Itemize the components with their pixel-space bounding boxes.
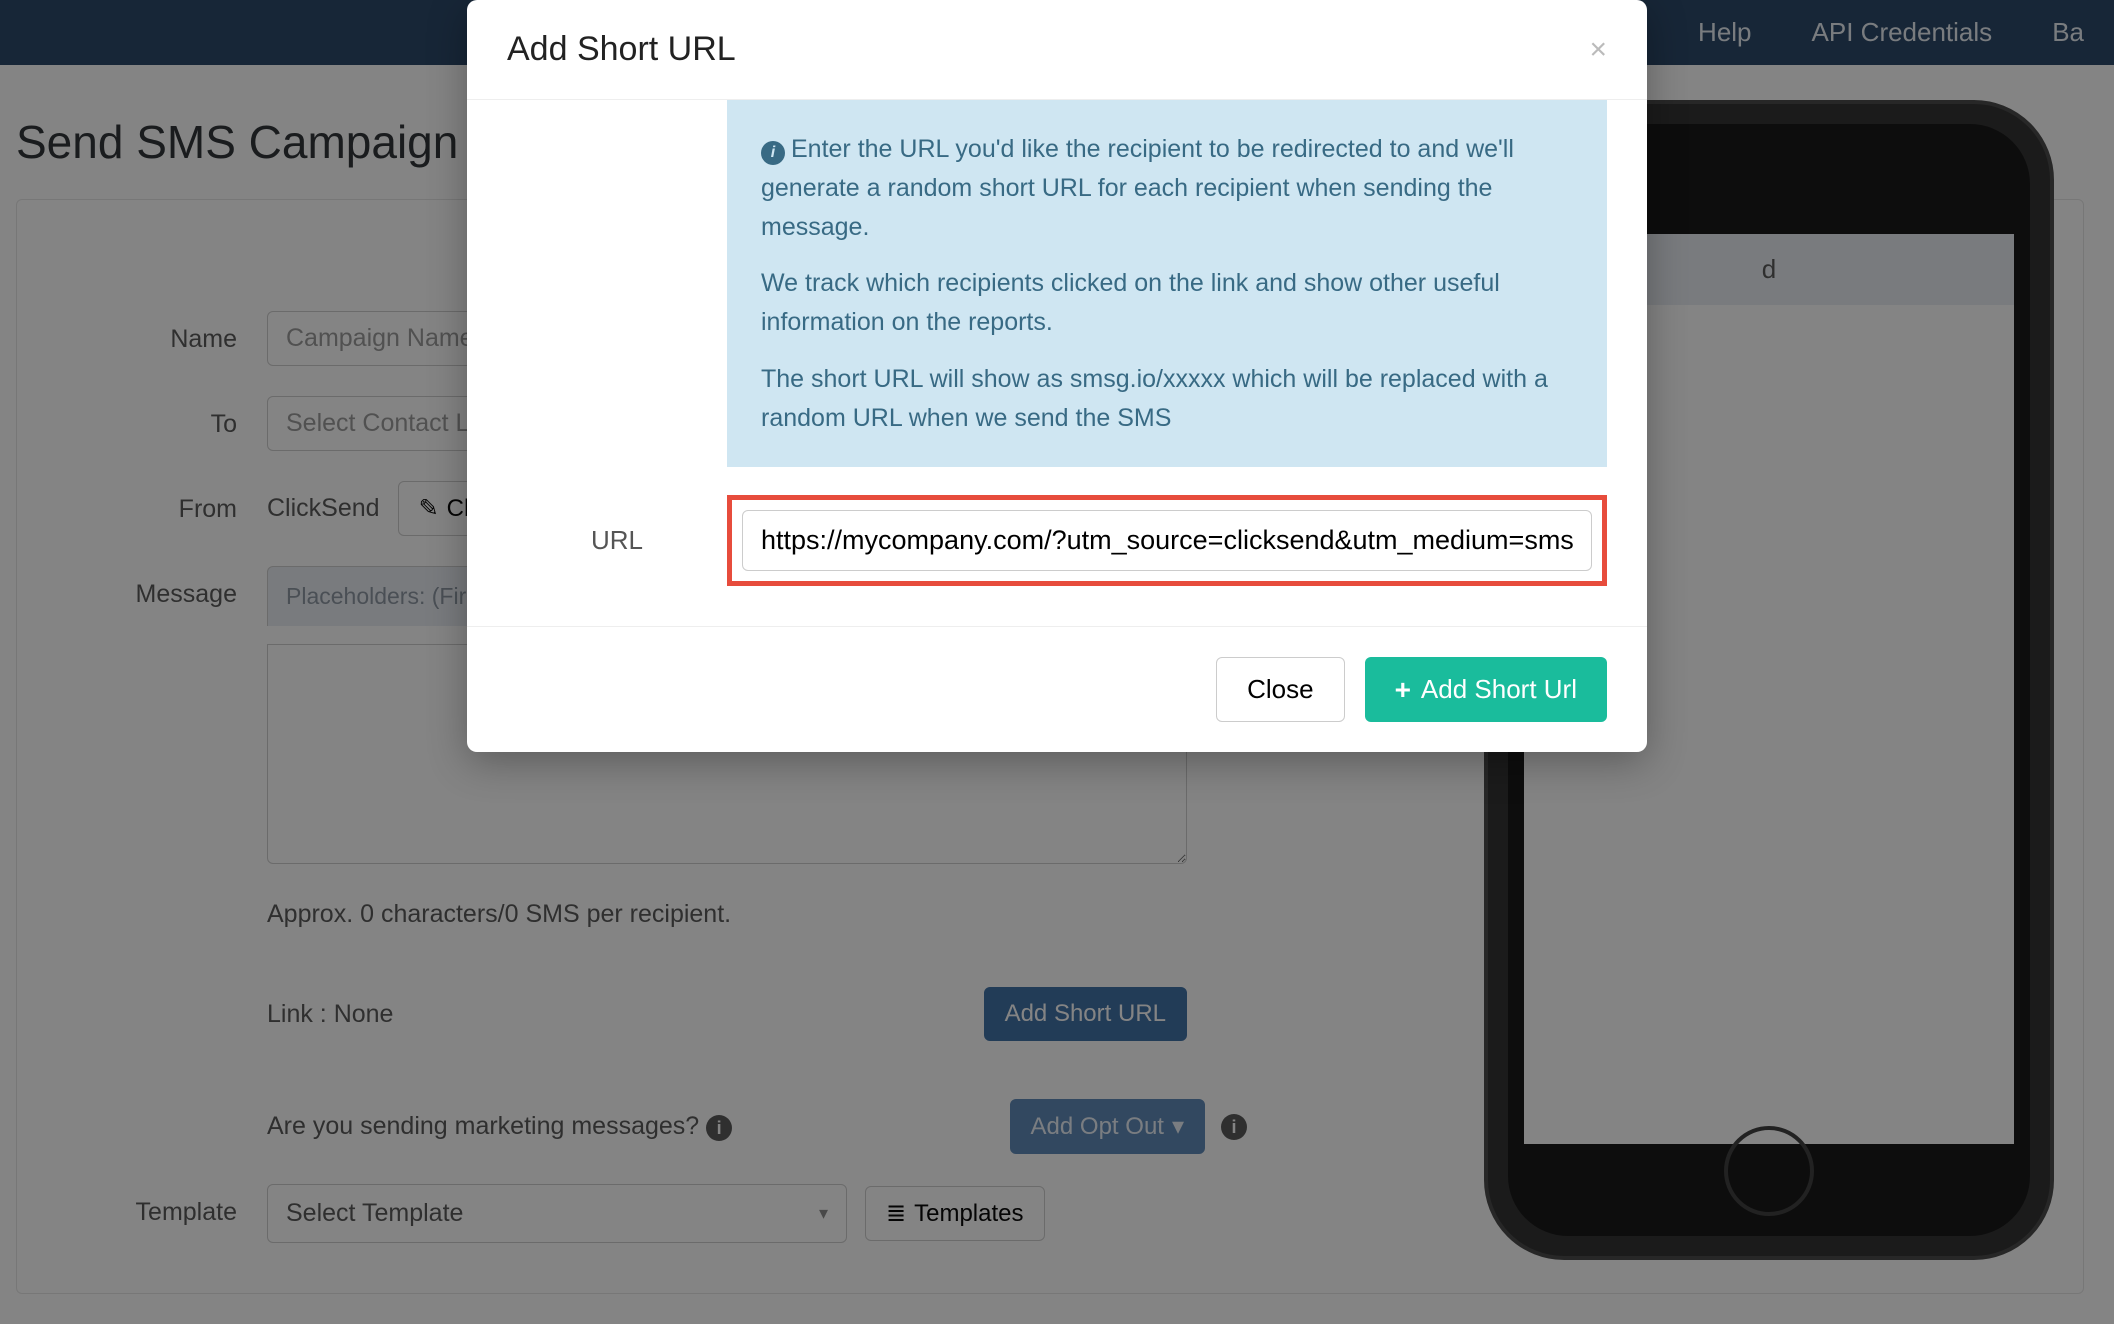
url-input-highlight: [727, 495, 1607, 586]
info-circle-icon: i: [761, 141, 785, 165]
plus-icon: +: [1395, 674, 1411, 706]
close-icon[interactable]: ×: [1589, 33, 1607, 67]
info-p2: We track which recipients clicked on the…: [761, 264, 1573, 342]
url-input[interactable]: [742, 510, 1592, 571]
modal-submit-button[interactable]: + Add Short Url: [1365, 657, 1607, 722]
info-p3: The short URL will show as smsg.io/xxxxx…: [761, 360, 1573, 438]
modal-title: Add Short URL: [507, 30, 736, 69]
info-p1: Enter the URL you'd like the recipient t…: [761, 135, 1514, 241]
info-box: iEnter the URL you'd like the recipient …: [727, 100, 1607, 467]
modal-close-button[interactable]: Close: [1216, 657, 1344, 722]
url-label: URL: [507, 525, 727, 556]
modal-submit-label: Add Short Url: [1421, 674, 1577, 705]
add-short-url-modal: Add Short URL × iEnter the URL you'd lik…: [467, 0, 1647, 752]
